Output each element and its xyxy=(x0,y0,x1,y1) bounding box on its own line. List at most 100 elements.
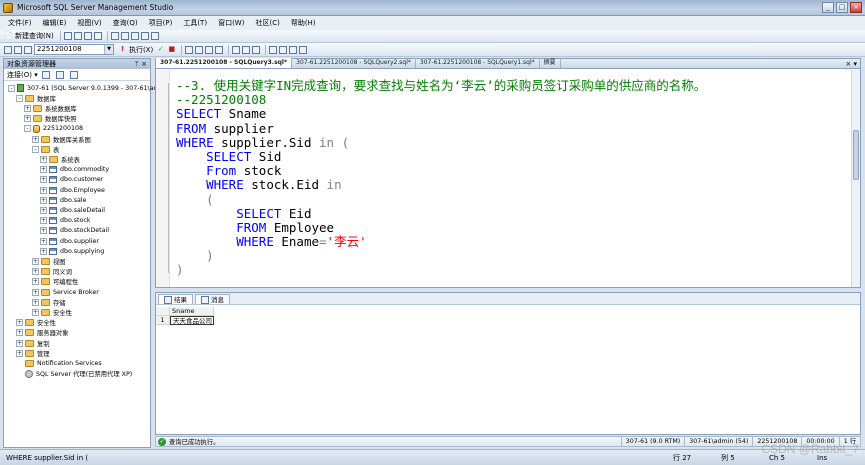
expand-icon[interactable]: + xyxy=(40,206,47,214)
toolbox-icon[interactable] xyxy=(150,32,159,40)
menu-window[interactable]: 窗口(W) xyxy=(218,18,244,28)
collapse-icon[interactable]: - xyxy=(16,94,23,102)
registered-servers-icon[interactable] xyxy=(110,32,119,40)
column-header-sname[interactable]: Sname xyxy=(170,307,214,316)
minimize-button[interactable]: _ xyxy=(822,2,834,13)
expand-icon[interactable]: + xyxy=(40,196,47,204)
expand-icon[interactable]: + xyxy=(16,339,23,347)
tree-node[interactable]: + 数据库快照 xyxy=(24,114,76,124)
tree-node[interactable]: + dbo.sale xyxy=(40,195,87,205)
tree-node[interactable]: + dbo.Employee xyxy=(40,185,105,195)
tree-node[interactable]: + dbo.saleDetail xyxy=(40,205,105,215)
cancel-query-icon[interactable]: ■ xyxy=(167,45,176,54)
save-all-icon[interactable] xyxy=(93,32,102,40)
filter-icon[interactable] xyxy=(55,70,64,79)
object-explorer-icon[interactable] xyxy=(120,32,129,40)
expand-icon[interactable]: + xyxy=(16,319,23,327)
tree-node[interactable]: SQL Server 代理(已禁用代理 XP) xyxy=(16,369,132,379)
chevron-down-icon[interactable]: ▼ xyxy=(104,45,113,54)
expand-icon[interactable]: + xyxy=(32,268,39,276)
tree-node[interactable]: + 管理 xyxy=(16,348,50,358)
template-explorer-icon[interactable] xyxy=(130,32,139,40)
expand-icon[interactable]: + xyxy=(40,186,47,194)
menu-project[interactable]: 项目(P) xyxy=(149,18,173,28)
new-query-button[interactable]: 📄 新建查询(N) xyxy=(4,31,54,41)
tree-node[interactable]: + dbo.supplying xyxy=(40,246,104,256)
tree-node[interactable]: + 安全性 xyxy=(32,307,72,317)
expand-icon[interactable]: + xyxy=(32,308,39,316)
increase-indent-icon[interactable] xyxy=(299,45,308,54)
tab-sqlquery2[interactable]: 307-61.2251200108 - SQLQuery2.sql* xyxy=(292,58,416,68)
tree-node[interactable]: + dbo.stockDetail xyxy=(40,226,109,236)
menu-help[interactable]: 帮助(H) xyxy=(291,18,316,28)
grid-corner[interactable] xyxy=(156,307,170,316)
expand-icon[interactable]: + xyxy=(24,104,31,112)
tab-results[interactable]: 结果 xyxy=(158,294,193,304)
tab-messages[interactable]: 消息 xyxy=(195,294,230,304)
menu-tools[interactable]: 工具(T) xyxy=(183,18,207,28)
expand-icon[interactable]: + xyxy=(32,278,39,286)
expand-icon[interactable]: + xyxy=(24,115,31,123)
tree-node[interactable]: Notification Services xyxy=(16,358,102,368)
tree-node[interactable]: + 视图 xyxy=(32,256,66,266)
tree-node[interactable]: + 存储 xyxy=(32,297,66,307)
properties-icon[interactable] xyxy=(140,32,149,40)
tab-summary[interactable]: 摘要 xyxy=(540,58,561,68)
tree-node[interactable]: + 服务器对象 xyxy=(16,328,68,338)
editor-vertical-scrollbar[interactable] xyxy=(851,70,860,287)
tree-node[interactable]: -表 xyxy=(32,144,59,154)
connect-dropdown[interactable]: 连接(O) ▾ xyxy=(7,70,38,80)
new-file-icon[interactable] xyxy=(63,32,72,40)
menu-community[interactable]: 社区(C) xyxy=(255,18,279,28)
menu-view[interactable]: 视图(V) xyxy=(77,18,101,28)
uncomment-icon[interactable] xyxy=(279,45,288,54)
collapse-icon[interactable]: - xyxy=(32,145,39,153)
client-stats-icon[interactable] xyxy=(215,45,224,54)
database-select[interactable]: 2251200108 ▼ xyxy=(34,44,114,55)
results-grid[interactable]: Sname 1 天天食品公司 xyxy=(156,307,214,325)
results-to-text-icon[interactable] xyxy=(232,45,241,54)
expand-icon[interactable]: + xyxy=(40,217,47,225)
tree-node[interactable]: + dbo.customer xyxy=(40,175,103,185)
refresh-icon[interactable] xyxy=(41,70,50,79)
results-to-file-icon[interactable] xyxy=(252,45,261,54)
decrease-indent-icon[interactable] xyxy=(289,45,298,54)
open-file-icon[interactable] xyxy=(73,32,82,40)
disconnect-icon[interactable] xyxy=(14,45,22,54)
expand-icon[interactable]: + xyxy=(32,298,39,306)
tree-node[interactable]: + Service Broker xyxy=(32,287,99,297)
menu-edit[interactable]: 编辑(E) xyxy=(43,18,67,28)
parse-check-icon[interactable]: ✓ xyxy=(156,45,165,54)
tree-node[interactable]: - 2251200108 xyxy=(24,124,83,134)
expand-icon[interactable]: + xyxy=(40,237,47,245)
tree-node[interactable]: - 307-61 (SQL Server 9.0.1399 - 307-61\ad xyxy=(8,83,157,93)
row-number[interactable]: 1 xyxy=(156,316,170,325)
tree-node[interactable]: + 安全性 xyxy=(16,318,56,328)
close-tab-icon[interactable]: × ▾ xyxy=(845,59,857,69)
expand-icon[interactable]: + xyxy=(40,166,47,174)
results-to-grid-icon[interactable] xyxy=(242,45,251,54)
expand-icon[interactable]: + xyxy=(32,257,39,265)
expand-icon[interactable]: + xyxy=(16,349,23,357)
tree-node[interactable]: + 复制 xyxy=(16,338,50,348)
menu-file[interactable]: 文件(F) xyxy=(8,18,32,28)
pin-icon[interactable]: ᛘ × xyxy=(135,59,147,69)
stop-icon[interactable] xyxy=(69,70,78,79)
collapse-icon[interactable]: - xyxy=(24,125,31,133)
comment-out-icon[interactable] xyxy=(269,45,278,54)
expand-icon[interactable]: + xyxy=(40,155,47,163)
expand-icon[interactable]: + xyxy=(16,329,23,337)
tree-node[interactable]: + 数据库关系图 xyxy=(32,134,91,144)
collapse-icon[interactable]: - xyxy=(8,84,15,92)
grid-cell[interactable]: 天天食品公司 xyxy=(170,316,214,325)
display-plan-icon[interactable] xyxy=(185,45,194,54)
close-button[interactable]: × xyxy=(850,2,862,13)
execute-button[interactable]: ! 执行(X) xyxy=(118,45,153,55)
tree-node[interactable]: + 系统表 xyxy=(40,154,80,164)
tree-node[interactable]: + 同义词 xyxy=(32,267,72,277)
scrollbar-thumb[interactable] xyxy=(853,130,859,180)
expand-icon[interactable]: + xyxy=(40,227,47,235)
change-connection-icon[interactable] xyxy=(24,45,32,54)
menu-query[interactable]: 查询(Q) xyxy=(113,18,138,28)
expand-icon[interactable]: + xyxy=(32,135,39,143)
